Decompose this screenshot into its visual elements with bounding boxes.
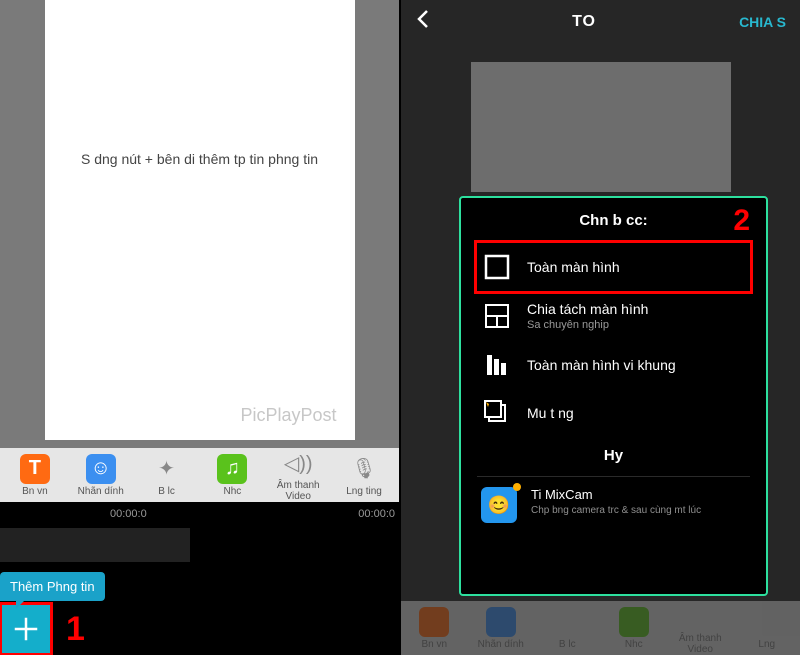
canvas-hint: S dng nút + bên di thêm tp tin phng tin	[45, 150, 355, 170]
layout-preview	[471, 62, 731, 192]
sticker-tool[interactable]: ☺ Nhãn dính	[68, 454, 134, 497]
page-title: TO	[572, 13, 596, 31]
editor-screen: S dng nút + bên di thêm tp tin phng tin …	[0, 0, 401, 655]
layout-fullscreen-icon	[483, 253, 511, 281]
layout-auto-icon	[483, 399, 511, 427]
time-start: 00:00:0	[110, 508, 147, 520]
add-media-button[interactable]	[2, 605, 50, 653]
mixcam-subtitle: Chp bng camera trc & sau cùng mt lúc	[531, 504, 701, 517]
watermark: PicPlayPost	[240, 405, 336, 426]
option-label: Toàn màn hình	[527, 259, 620, 275]
mixcam-icon: 😊	[481, 487, 517, 523]
header: TO CHIA S	[401, 0, 800, 44]
audio-tool-icon: ◁))	[283, 448, 313, 478]
tool-dim: Âm thanh Video	[667, 601, 734, 655]
option-label: Mu t ng	[527, 405, 574, 421]
option-label: Toàn màn hình vi khung	[527, 357, 676, 373]
chevron-left-icon	[415, 9, 429, 29]
audio-tool[interactable]: ◁))Âm thanh Video	[265, 448, 331, 502]
bottom-strip: Thêm Phng tin 1	[0, 601, 399, 655]
toolbar-dimmed: Bn vnNhãn dínhB lcNhcÂm thanh VideoLng	[401, 601, 800, 655]
mixcam-promo[interactable]: 😊 Ti MixCam Chp bng camera trc & sau cùn…	[477, 481, 750, 529]
annotation-2: 2	[733, 204, 750, 238]
mixcam-title: Ti MixCam	[531, 487, 701, 502]
tool-label: Nhãn dính	[78, 486, 124, 497]
tool-label: Bn vn	[22, 486, 48, 497]
layout-split[interactable]: Chia tách màn hình Sa chuyên nghip	[477, 291, 750, 341]
tool-dim: Lng	[734, 607, 800, 650]
layout-framed-icon	[483, 351, 511, 379]
layout-options: Toàn màn hình Chia tách màn hình Sa chuyên…	[477, 243, 750, 437]
layout-popup: Chn b cc: 2 Toàn màn hình Chia tách màn h…	[459, 196, 768, 596]
plus-icon	[11, 614, 41, 644]
layout-split-icon	[483, 302, 511, 330]
option-sub: Sa chuyên nghip	[527, 319, 648, 331]
preview-area: S dng nút + bên di thêm tp tin phng tin …	[0, 0, 399, 448]
tool-dim: Bn vn	[401, 607, 468, 650]
layout-fullscreen[interactable]: Toàn màn hình	[477, 243, 750, 291]
tool-dim: Nhãn dính	[468, 607, 535, 650]
tool-label: Nhc	[224, 486, 242, 497]
tool-label: B lc	[158, 486, 175, 497]
share-button[interactable]: CHIA S	[739, 14, 786, 30]
timeline-track[interactable]	[0, 528, 190, 562]
canvas[interactable]: S dng nút + bên di thêm tp tin phng tin …	[45, 0, 355, 440]
text-tool-icon: T	[20, 454, 50, 484]
music-tool[interactable]: ♫ Nhc	[199, 454, 265, 497]
annotation-1: 1	[66, 610, 85, 649]
filter-tool[interactable]: ✦ B lc	[134, 454, 200, 497]
tool-dim: Nhc	[601, 607, 668, 650]
sticker-tool-icon: ☺	[86, 454, 116, 484]
popup-title: Chn b cc:	[477, 212, 750, 229]
layout-framed[interactable]: Toàn màn hình vi khung	[477, 341, 750, 389]
create-screen: TO CHIA S Chn b cc: 2 Toàn màn hình Chia …	[401, 0, 800, 655]
tool-dim: B lc	[534, 607, 601, 650]
divider	[477, 476, 750, 477]
cancel-button[interactable]: Hy	[477, 447, 750, 464]
music-tool-icon: ♫	[217, 454, 247, 484]
layout-auto[interactable]: Mu t ng	[477, 389, 750, 437]
back-button[interactable]	[415, 8, 429, 36]
text-tool[interactable]: T Bn vn	[2, 454, 68, 497]
voice-tool-icon: 🎙	[349, 454, 379, 484]
time-end: 00:00:0	[358, 508, 395, 520]
toolbar: T Bn vn ☺ Nhãn dính ✦ B lc ♫ Nhc ◁))Âm thanh Vid…	[0, 448, 399, 502]
add-media-tooltip: Thêm Phng tin	[0, 572, 105, 601]
time-labels: 00:00:0 00:00:0	[0, 502, 399, 520]
filter-tool-icon: ✦	[152, 454, 182, 484]
option-label: Chia tách màn hình	[527, 301, 648, 317]
tool-label: Lng ting	[346, 486, 382, 497]
voice-tool[interactable]: 🎙 Lng ting	[331, 454, 397, 497]
tool-label: Âm thanh Video	[265, 480, 331, 502]
